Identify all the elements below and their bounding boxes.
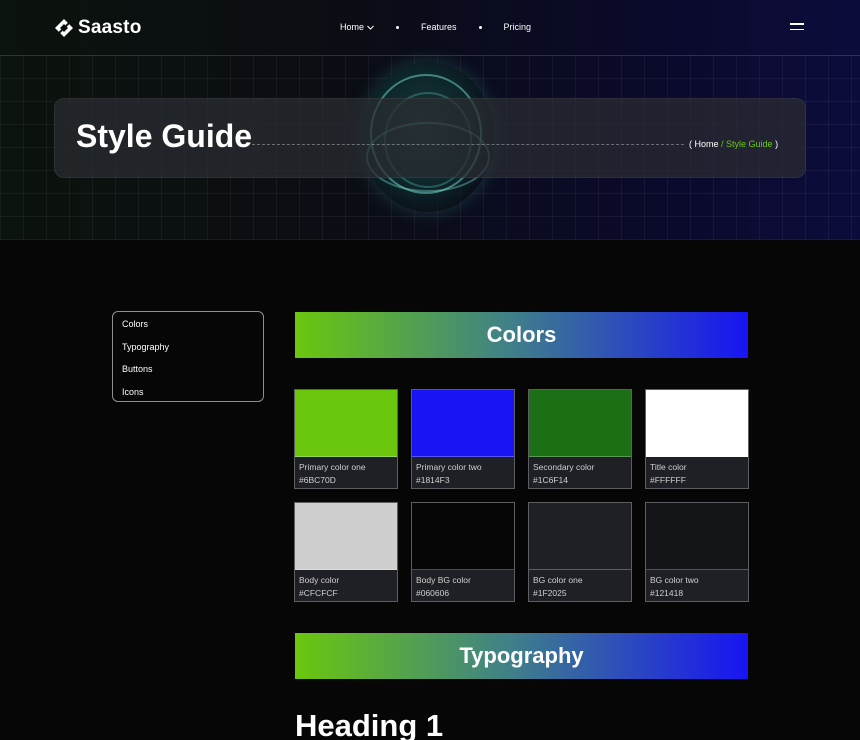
color-swatch-hex: #CFCFCF: [299, 588, 338, 598]
color-swatch-hex: #6BC70D: [299, 475, 336, 485]
color-swatch-card: Body color #CFCFCF: [294, 502, 398, 602]
page-title: Style Guide: [76, 118, 253, 154]
color-swatch-card: Secondary color #1C6F14: [528, 389, 632, 489]
color-swatch-info: Secondary color #1C6F14: [529, 457, 631, 487]
color-swatch-info: BG color one #1F2025: [529, 570, 631, 600]
color-swatch-preview: [295, 503, 397, 570]
color-swatch-preview: [529, 390, 631, 457]
color-swatch-hex: #1814F3: [416, 475, 450, 485]
nav-item-label: Home: [340, 22, 365, 32]
title-divider-line: [252, 144, 684, 145]
color-swatch-preview: [412, 390, 514, 457]
breadcrumb-home-link[interactable]: Home: [695, 139, 719, 149]
color-swatch-name: BG color one: [533, 575, 583, 585]
breadcrumb: ( Home / Style Guide ): [689, 139, 778, 149]
section-title-colors: Colors: [295, 312, 748, 358]
color-swatch-preview: [646, 503, 748, 570]
nav-item-features[interactable]: Features: [421, 22, 457, 32]
nav-separator-dot: [396, 25, 400, 29]
section-title-typography: Typography: [295, 633, 748, 679]
header-divider: [0, 55, 860, 56]
color-swatch-card: Primary color two #1814F3: [411, 389, 515, 489]
chevron-down-icon: [367, 25, 374, 30]
typography-heading-1-sample: Heading 1: [295, 708, 444, 740]
brand-name: Saasto: [78, 17, 142, 38]
color-swatch-name: Title color: [650, 462, 687, 472]
color-swatch-info: Primary color one #6BC70D: [295, 457, 397, 487]
color-swatch-name: Primary color one: [299, 462, 366, 472]
logo-mark-icon: [55, 19, 73, 37]
color-swatch-name: Body color: [299, 575, 340, 585]
section-title-text: Colors: [486, 322, 557, 347]
main-nav: Home Features Pricing: [340, 22, 531, 32]
breadcrumb-separator: /: [718, 139, 727, 149]
color-swatch-name: Primary color two: [416, 462, 482, 472]
brand-logo[interactable]: Saasto: [54, 17, 142, 39]
color-swatch-info: BG color two #121418: [646, 570, 748, 600]
hamburger-menu-icon[interactable]: [790, 23, 804, 32]
color-swatch-info: Body color #CFCFCF: [295, 570, 397, 600]
color-swatch-info: Primary color two #1814F3: [412, 457, 514, 487]
color-swatch-card: Primary color one #6BC70D: [294, 389, 398, 489]
nav-item-pricing[interactable]: Pricing: [504, 22, 532, 32]
color-swatch-preview: [412, 503, 514, 570]
color-swatch-card: BG color two #121418: [645, 502, 749, 602]
sidebar-item-buttons[interactable]: Buttons: [122, 363, 263, 386]
color-swatch-info: Body BG color #060606: [412, 570, 514, 600]
color-swatch-hex: #FFFFFF: [650, 475, 686, 485]
color-swatch-card: Body BG color #060606: [411, 502, 515, 602]
color-swatch-card: BG color one #1F2025: [528, 502, 632, 602]
color-swatch-hex: #060606: [416, 588, 450, 598]
color-swatch-grid: Primary color one #6BC70D Primary color tw…: [294, 389, 749, 602]
breadcrumb-close-paren: ): [772, 139, 779, 149]
section-title-text: Typography: [459, 643, 584, 668]
sidebar-item-colors[interactable]: Colors: [122, 318, 263, 341]
sidebar-item-icons[interactable]: Icons: [122, 386, 263, 409]
color-swatch-preview: [295, 390, 397, 457]
sidebar-item-typography[interactable]: Typography: [122, 341, 263, 364]
nav-item-label: Features: [421, 22, 457, 32]
color-swatch-preview: [646, 390, 748, 457]
style-guide-sidebar: Colors Typography Buttons Icons: [112, 311, 264, 402]
color-swatch-name: Body BG color: [416, 575, 471, 585]
color-swatch-name: Secondary color: [533, 462, 595, 472]
nav-separator-dot: [478, 25, 482, 29]
color-swatch-preview: [529, 503, 631, 570]
color-swatch-hex: #1F2025: [533, 588, 567, 598]
nav-item-home[interactable]: Home: [340, 22, 374, 32]
color-swatch-hex: #1C6F14: [533, 475, 568, 485]
color-swatch-info: Title color #FFFFFF: [646, 457, 748, 487]
nav-item-label: Pricing: [503, 22, 532, 32]
color-swatch-hex: #121418: [650, 588, 684, 598]
color-swatch-name: BG color two: [650, 575, 699, 585]
breadcrumb-current: Style Guide: [726, 139, 773, 149]
color-swatch-card: Title color #FFFFFF: [645, 389, 749, 489]
